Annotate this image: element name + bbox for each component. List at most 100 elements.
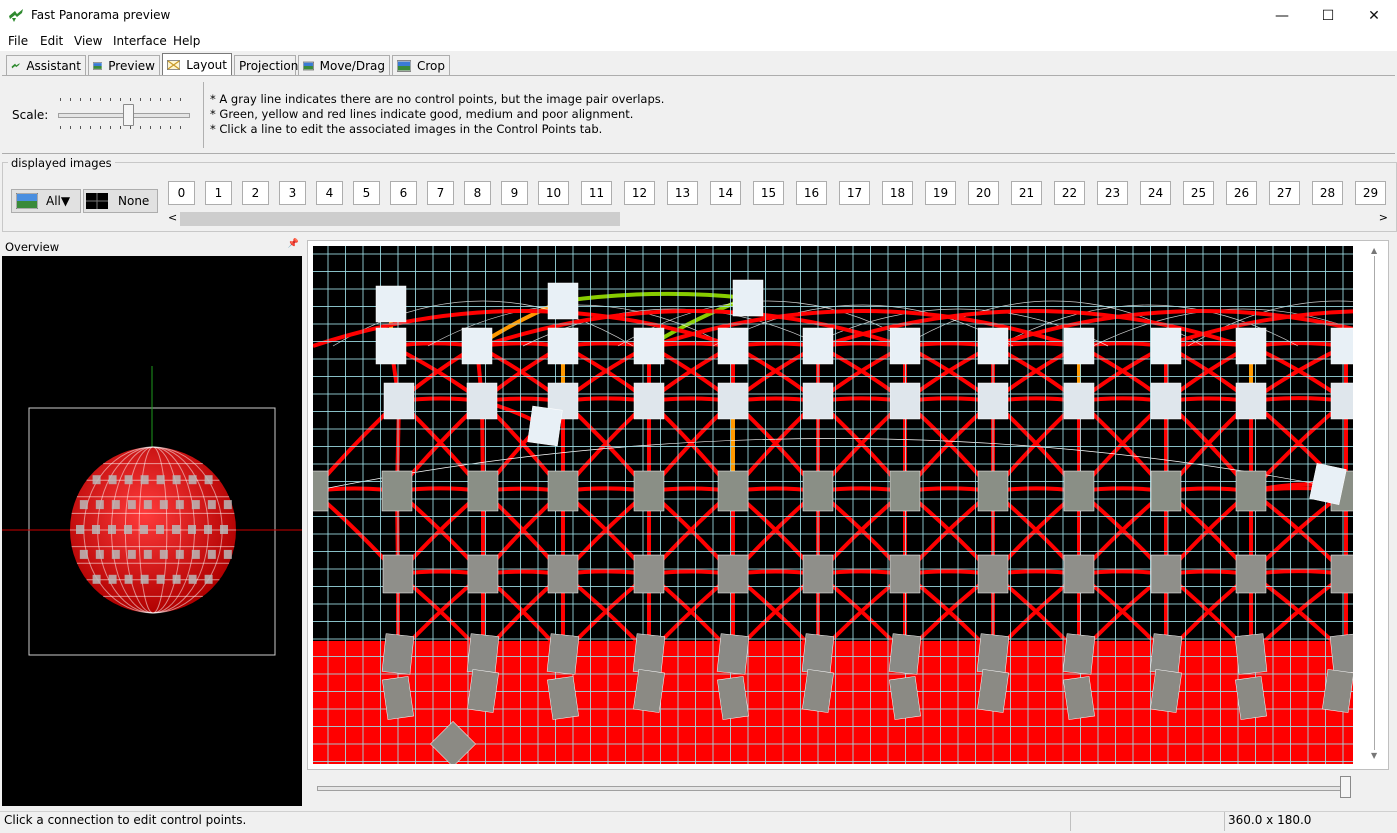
image-thumbnail: [977, 327, 1009, 365]
image-thumbnail: [375, 327, 407, 365]
menu-file[interactable]: File: [8, 34, 28, 48]
minimize-button[interactable]: —: [1259, 0, 1305, 31]
tab-label: Layout: [186, 57, 227, 72]
scrollbar-thumb[interactable]: [180, 212, 620, 226]
sphere-image-thumb: [159, 549, 168, 559]
sphere-image-thumb: [76, 525, 84, 534]
scroll-down-arrow[interactable]: ▼: [1371, 751, 1377, 760]
image-toggle-12[interactable]: 12: [624, 181, 655, 205]
panorama-layout[interactable]: [313, 246, 1353, 764]
hint-line-3: * Click a line to edit the associated im…: [210, 122, 603, 136]
image-toggle-23[interactable]: 23: [1097, 181, 1128, 205]
no-images-icon: [86, 193, 108, 209]
image-toggle-11[interactable]: 11: [581, 181, 612, 205]
sphere-image-thumb: [204, 525, 212, 534]
image-thumbnail: [467, 554, 499, 594]
image-thumbnail: [717, 554, 749, 594]
scroll-up-arrow[interactable]: ▲: [1371, 246, 1377, 255]
image-thumbnail: [1235, 470, 1267, 512]
sphere-image-thumb: [92, 475, 101, 485]
all-images-icon: [16, 193, 38, 209]
tab-projection[interactable]: Projection: [234, 55, 298, 75]
image-toggle-17[interactable]: 17: [839, 181, 870, 205]
sphere-image-thumb: [140, 574, 149, 584]
no-images-button[interactable]: None: [83, 189, 158, 213]
image-thumbnail: [547, 327, 579, 365]
image-thumbnail: [1330, 327, 1353, 365]
image-toggle-24[interactable]: 24: [1140, 181, 1171, 205]
scale-ticks-top: [60, 98, 190, 101]
sphere-image-thumb: [156, 475, 165, 485]
sphere-image-thumb: [111, 500, 120, 510]
image-toggle-5[interactable]: 5: [353, 181, 380, 205]
image-thumbnail: [382, 676, 414, 720]
canvas-vertical-scrollbar[interactable]: ▲ ▼: [1368, 246, 1382, 760]
image-toggle-6[interactable]: 6: [390, 181, 417, 205]
layout-canvas[interactable]: [313, 246, 1353, 764]
image-toggle-3[interactable]: 3: [279, 181, 306, 205]
image-thumbnail: [801, 633, 835, 675]
image-thumbnail: [1150, 327, 1182, 365]
image-toggle-26[interactable]: 26: [1226, 181, 1257, 205]
menu-interface[interactable]: Interface: [113, 34, 167, 48]
menu-edit[interactable]: Edit: [40, 34, 63, 48]
sphere-image-thumb: [124, 574, 133, 584]
all-images-button[interactable]: All▼: [11, 189, 81, 213]
image-toggle-4[interactable]: 4: [316, 181, 343, 205]
sphere-image-thumb: [156, 574, 165, 584]
hint-line-1: * A gray line indicates there are no con…: [210, 92, 665, 106]
tab-assistant[interactable]: Assistant: [6, 55, 86, 75]
image-thumbnail: [732, 279, 764, 317]
displayed-images-label: displayed images: [8, 156, 115, 170]
sphere-image-thumb: [191, 500, 200, 510]
vertical-slider-track[interactable]: [1374, 256, 1375, 750]
horizontal-fov-slider[interactable]: [317, 786, 1349, 791]
hint-line-2: * Green, yellow and red lines indicate g…: [210, 107, 634, 121]
image-toggle-27[interactable]: 27: [1269, 181, 1300, 205]
sphere-image-thumb: [223, 500, 232, 510]
image-toggle-14[interactable]: 14: [710, 181, 741, 205]
assistant-icon: [11, 62, 20, 68]
close-button[interactable]: ✕: [1351, 0, 1397, 31]
image-toggle-22[interactable]: 22: [1054, 181, 1085, 205]
image-thumbnail: [717, 382, 749, 420]
scroll-right-arrow[interactable]: >: [1379, 211, 1388, 224]
image-toggle-29[interactable]: 29: [1355, 181, 1386, 205]
overview-canvas[interactable]: [2, 256, 302, 806]
image-toggle-9[interactable]: 9: [501, 181, 528, 205]
tab-crop[interactable]: Crop: [392, 55, 450, 75]
maximize-button[interactable]: ☐: [1305, 0, 1351, 31]
image-toggle-18[interactable]: 18: [882, 181, 913, 205]
scroll-left-arrow[interactable]: <: [168, 211, 177, 224]
tab-layout[interactable]: Layout: [162, 53, 232, 75]
tab-preview[interactable]: Preview: [88, 55, 160, 75]
pin-icon[interactable]: 📌: [288, 239, 299, 249]
image-toggle-15[interactable]: 15: [753, 181, 784, 205]
menu-bar: File Edit View Interface Help: [0, 31, 1397, 51]
image-toggle-21[interactable]: 21: [1011, 181, 1042, 205]
image-toggle-7[interactable]: 7: [427, 181, 454, 205]
horizontal-fov-slider-thumb[interactable]: [1340, 776, 1351, 798]
image-toggle-1[interactable]: 1: [205, 181, 232, 205]
image-toggle-25[interactable]: 25: [1183, 181, 1214, 205]
image-toggle-16[interactable]: 16: [796, 181, 827, 205]
sphere-image-thumb: [188, 525, 196, 534]
image-toggle-2[interactable]: 2: [242, 181, 269, 205]
sphere-image-thumb: [95, 500, 104, 510]
tab-label: Move/Drag: [319, 58, 385, 73]
image-toggle-10[interactable]: 10: [538, 181, 569, 205]
scale-slider-thumb[interactable]: [123, 104, 134, 126]
image-toggle-19[interactable]: 19: [925, 181, 956, 205]
tab-move-drag[interactable]: Move/Drag: [298, 55, 390, 75]
image-toggle-13[interactable]: 13: [667, 181, 698, 205]
image-thumbnail: [1150, 382, 1182, 420]
menu-help[interactable]: Help: [173, 34, 200, 48]
image-toggle-28[interactable]: 28: [1312, 181, 1343, 205]
overview-sphere-view[interactable]: [2, 256, 302, 806]
image-toggle-8[interactable]: 8: [464, 181, 491, 205]
image-thumbnail: [466, 382, 498, 420]
menu-view[interactable]: View: [74, 34, 102, 48]
image-toggle-0[interactable]: 0: [168, 181, 195, 205]
image-thumbnail: [1063, 554, 1095, 594]
image-toggle-20[interactable]: 20: [968, 181, 999, 205]
